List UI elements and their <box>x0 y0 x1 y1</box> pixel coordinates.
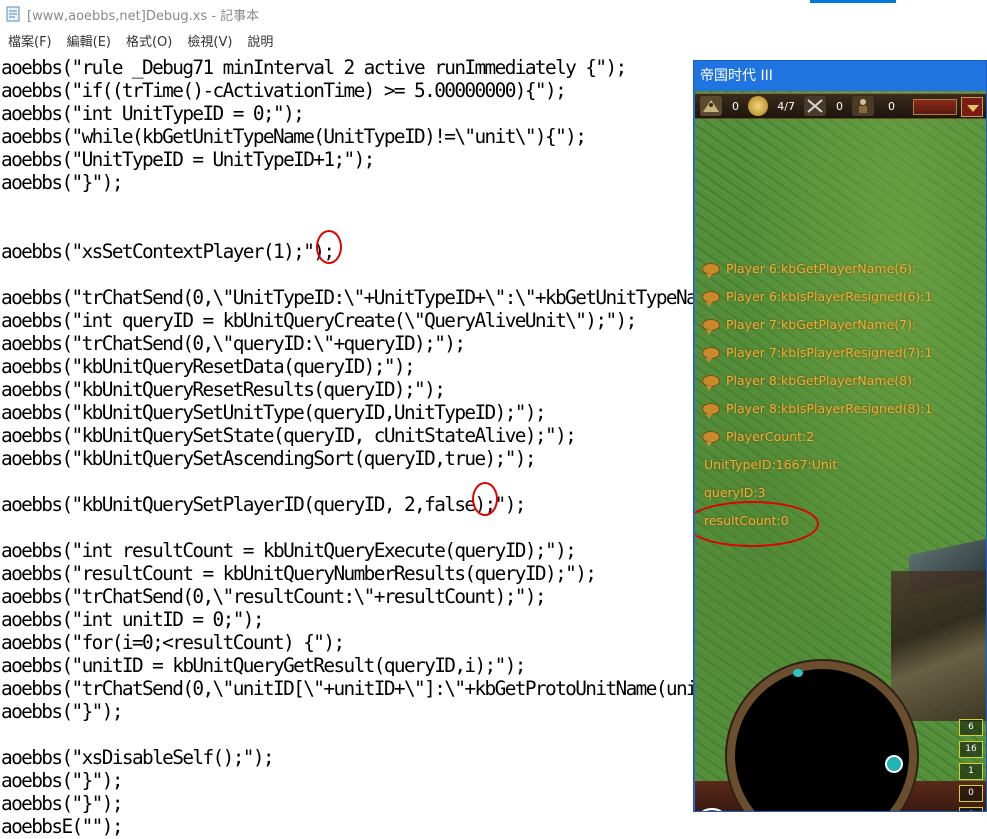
notepad-titlebar[interactable]: [www,aoebbs,net]Debug.xs - 記事本 <box>0 0 987 28</box>
code-line: aoebbs("int unitID = 0;"); <box>1 608 265 631</box>
chat-message: Player 7:kbIsPlayerResigned(7):1 <box>702 345 932 363</box>
chat-bubble-icon <box>702 290 720 307</box>
counter-box[interactable]: 16 <box>959 741 983 758</box>
info-result-count: resultCount:0 <box>704 513 789 528</box>
code-line: aoebbs("for(i=0;<resultCount) {"); <box>1 631 345 654</box>
chat-bubble-icon <box>702 318 720 335</box>
chat-message: Player 7:kbGetPlayerName(7): <box>702 317 916 335</box>
counter-box[interactable]: 0 <box>959 785 983 802</box>
code-line: aoebbs("kbUnitQuerySetPlayerID(queryID, … <box>1 493 526 516</box>
minimap-home-marker <box>885 755 903 773</box>
resource-value: 0 <box>732 99 739 113</box>
code-line: aoebbs("trChatSend(0,\"resultCount:\"+re… <box>1 585 547 608</box>
code-line: aoebbs("if((trTime()-cActivationTime) >=… <box>1 79 567 102</box>
info-unit-type: UnitTypeID:1667:Unit <box>704 457 838 472</box>
code-line: aoebbsE(""); <box>1 815 123 838</box>
code-line: aoebbs("}"); <box>1 171 123 194</box>
code-line: aoebbs("unitID = kbUnitQueryGetResult(qu… <box>1 654 526 677</box>
military-icon <box>804 96 826 116</box>
counter-box[interactable]: 0 <box>959 807 983 811</box>
code-line: aoebbs("kbUnitQuerySetState(queryID, cUn… <box>1 424 577 447</box>
chat-message: Player 6:kbIsPlayerResigned(6):1 <box>702 289 932 307</box>
code-line: aoebbs("int UnitTypeID = 0;"); <box>1 102 305 125</box>
taskbar-accent <box>810 0 896 3</box>
minimap[interactable] <box>727 661 917 811</box>
notepad-menubar: 檔案(F) 編輯(E) 格式(O) 檢視(V) 說明 <box>0 28 987 52</box>
counter-box[interactable]: 1 <box>959 763 983 780</box>
menu-format[interactable]: 格式(O) <box>118 31 179 50</box>
notepad-title: [www,aoebbs,net]Debug.xs - 記事本 <box>27 8 260 24</box>
chat-bubble-icon <box>702 374 720 391</box>
menu-view[interactable]: 檢視(V) <box>179 31 239 50</box>
notepad-document-icon <box>6 6 20 22</box>
code-line: aoebbs("xsSetContextPlayer(1);"); <box>1 240 335 263</box>
code-line: aoebbs("kbUnitQuerySetUnitType(queryID,U… <box>1 401 547 424</box>
info-query-id: queryID:3 <box>704 485 766 500</box>
code-line: aoebbs("}"); <box>1 769 123 792</box>
code-line: aoebbs("trChatSend(0,\"queryID:\"+queryI… <box>1 332 466 355</box>
game-titlebar[interactable]: 帝国时代 III <box>694 61 986 91</box>
code-line: aoebbs("int queryID = kbUnitQueryCreate(… <box>1 309 637 332</box>
dropdown-menu-button[interactable] <box>961 97 983 117</box>
resource-bar: 0 4/7 0 0 <box>695 93 986 119</box>
chat-bubble-icon <box>702 346 720 363</box>
chat-message: Player 8:kbIsPlayerResigned(8):1 <box>702 401 932 419</box>
code-line: aoebbs("UnitTypeID = UnitTypeID+1;"); <box>1 148 375 171</box>
code-line: aoebbs("kbUnitQuerySetAscendingSort(quer… <box>1 447 537 470</box>
code-line: aoebbs("}"); <box>1 700 123 723</box>
code-line: aoebbs("kbUnitQueryResetData(queryID);")… <box>1 355 416 378</box>
code-line: aoebbs("trChatSend(0,\"unitID[\"+unitID+… <box>1 677 788 700</box>
population-value: 4/7 <box>777 99 795 113</box>
code-line: aoebbs("int resultCount = kbUnitQueryExe… <box>1 539 577 562</box>
military-value: 0 <box>836 99 843 113</box>
age-progress-panel <box>913 99 957 115</box>
game-viewport[interactable]: 0 4/7 0 0 Player 6:kbGetPlayerName(6): P… <box>695 91 986 811</box>
villager-icon <box>852 96 874 116</box>
code-line: aoebbs("}"); <box>1 792 123 815</box>
counter-box[interactable]: 6 <box>959 719 983 736</box>
chat-message: PlayerCount:2 <box>702 429 814 447</box>
minimap-unit-dot <box>793 669 803 677</box>
colonial-building <box>891 571 986 721</box>
code-line: aoebbs("kbUnitQueryResetResults(queryID)… <box>1 378 446 401</box>
explorer-resource-icon <box>700 96 722 116</box>
chat-bubble-icon <box>702 402 720 419</box>
code-line: aoebbs("rule _Debug71 minInterval 2 acti… <box>1 56 627 79</box>
chat-bubble-icon <box>702 430 720 447</box>
game-window: 帝国时代 III 0 4/7 0 0 Player 6:kbGetPlayerN… <box>693 60 987 812</box>
chat-message: Player 6:kbGetPlayerName(6): <box>702 261 916 279</box>
code-line: aoebbs("resultCount = kbUnitQueryNumberR… <box>1 562 597 585</box>
code-line: aoebbs("while(kbGetUnitTypeName(UnitType… <box>1 125 587 148</box>
gold-coin-icon <box>748 96 768 116</box>
code-line: aoebbs("xsDisableSelf();"); <box>1 746 275 769</box>
chat-bubble-icon <box>702 262 720 279</box>
menu-help[interactable]: 說明 <box>239 31 280 50</box>
menu-file[interactable]: 檔案(F) <box>0 31 59 50</box>
menu-edit[interactable]: 編輯(E) <box>59 31 118 50</box>
villager-value: 0 <box>888 99 895 113</box>
chat-message: Player 8:kbGetPlayerName(8): <box>702 373 916 391</box>
